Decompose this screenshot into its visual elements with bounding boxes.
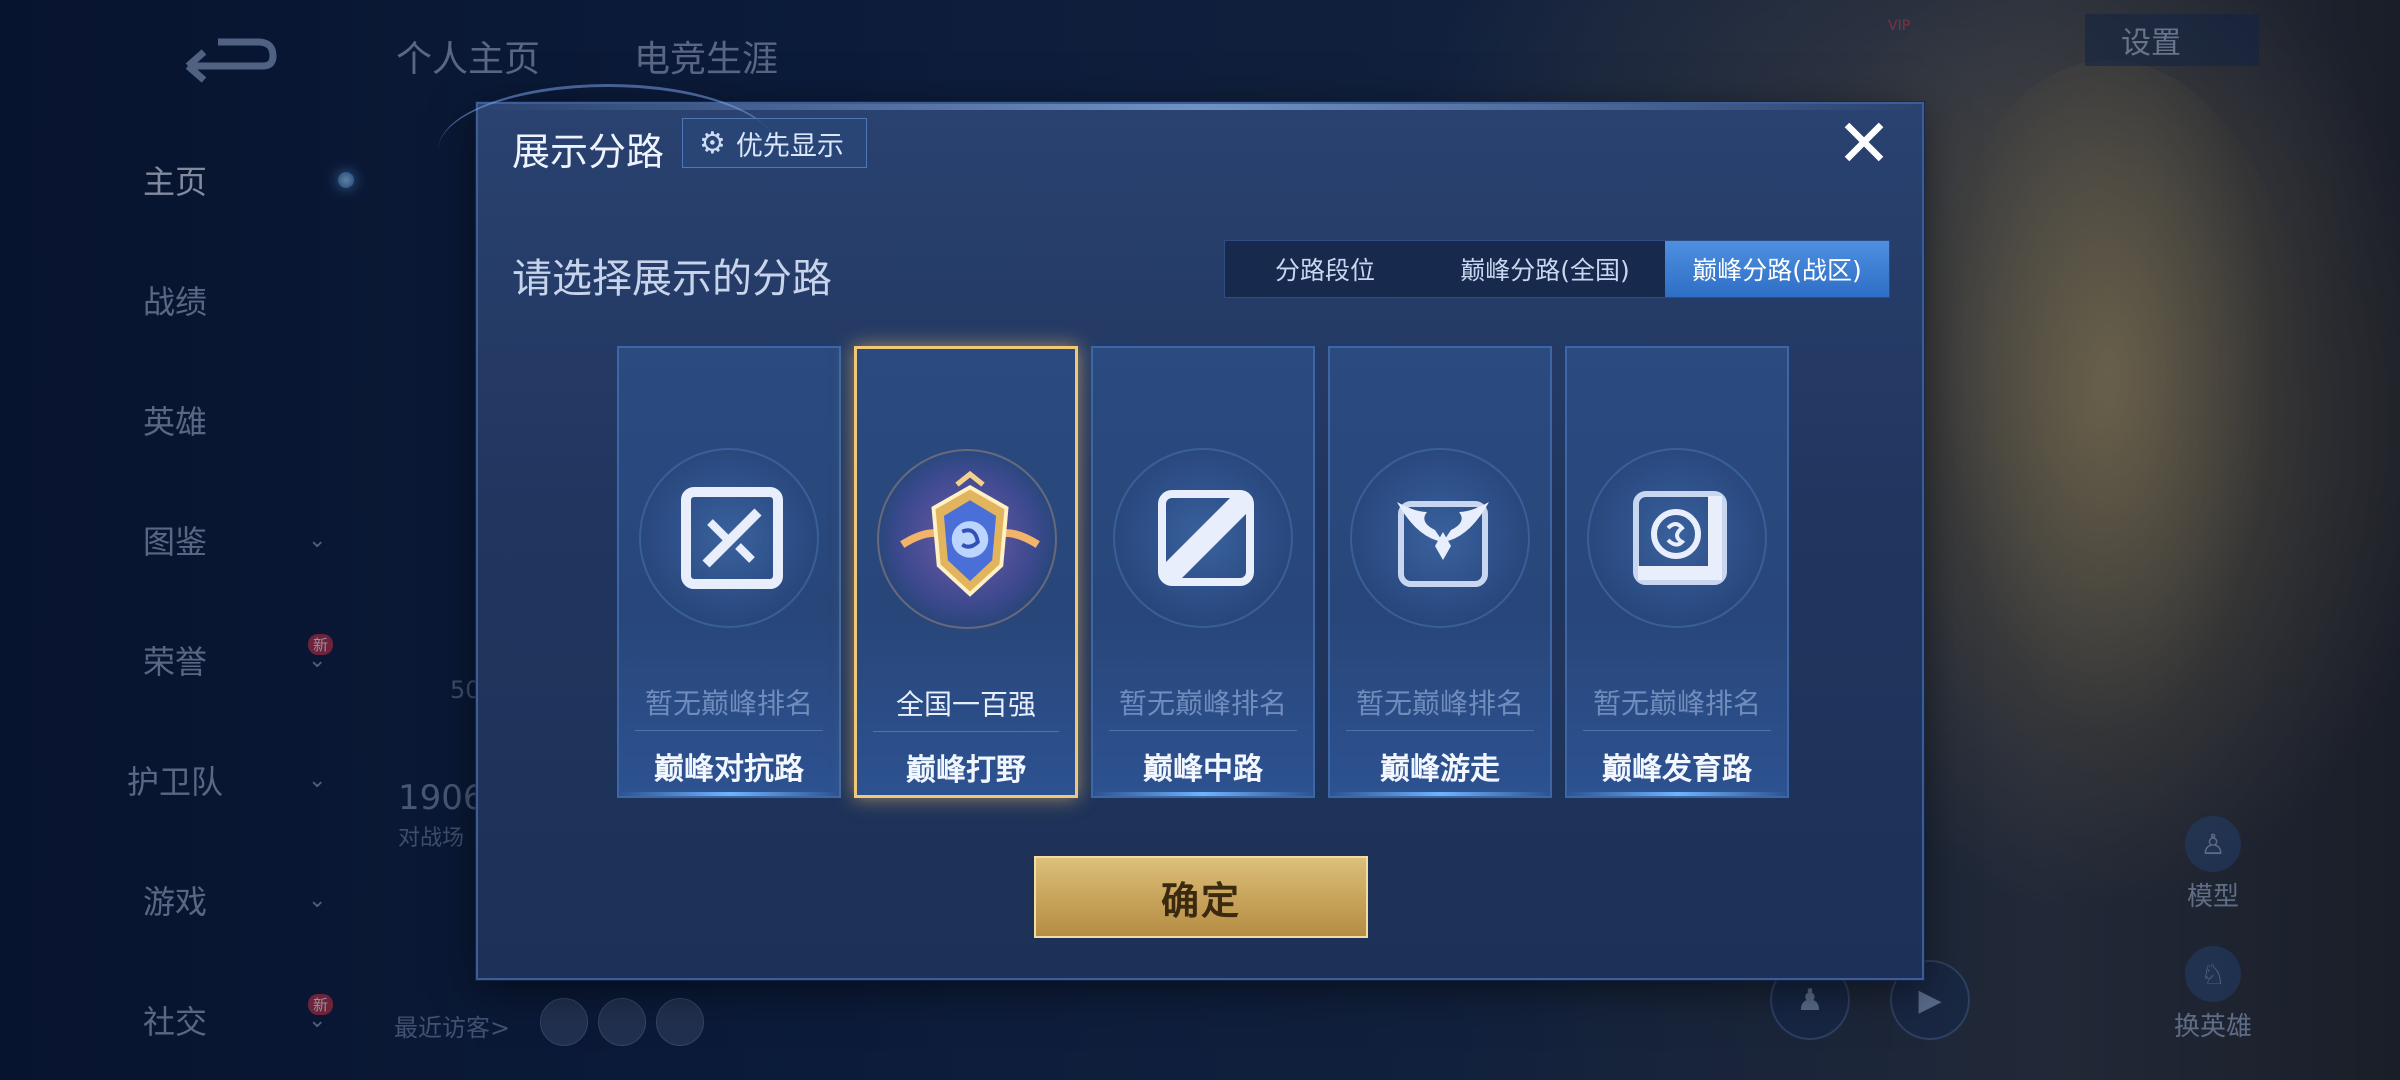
divider — [1346, 730, 1534, 731]
lane-card-top[interactable]: 暂无巅峰排名 巅峰对抗路 — [617, 346, 841, 798]
confirm-button[interactable]: 确定 — [1034, 856, 1368, 938]
card-glow-bar — [1093, 792, 1313, 796]
lane-card-jungle[interactable]: 全国一百强 巅峰打野 — [854, 346, 1078, 798]
lane-display-dialog: 展示分路 ⚙ 优先显示 ✕ 请选择展示的分路 分路段位 巅峰分路(全国) 巅峰分… — [438, 84, 1924, 980]
tab-peak-lane-national[interactable]: 巅峰分路(全国) — [1425, 241, 1665, 297]
segment-control: 分路段位 巅峰分路(全国) 巅峰分路(战区) — [1224, 240, 1890, 298]
jungle-rank-badge-icon — [900, 470, 1040, 597]
roam-wings-icon — [1397, 501, 1489, 587]
lane-card-farm[interactable]: 暂无巅峰排名 巅峰发育路 — [1565, 346, 1789, 798]
dialog-subtitle: 请选择展示的分路 — [512, 256, 832, 302]
divider — [1583, 730, 1771, 731]
divider — [635, 730, 823, 731]
card-glow-bar — [1567, 792, 1787, 796]
lane-name: 巅峰打野 — [906, 753, 1026, 788]
lane-rank-text: 暂无巅峰排名 — [644, 687, 813, 720]
lane-card-roam[interactable]: 暂无巅峰排名 巅峰游走 — [1328, 346, 1552, 798]
card-glow-bar — [619, 792, 839, 796]
lane-name: 巅峰对抗路 — [654, 752, 804, 787]
lane-name: 巅峰中路 — [1143, 752, 1263, 787]
tab-lane-rank[interactable]: 分路段位 — [1225, 241, 1425, 297]
sword-lane-icon — [681, 487, 783, 589]
close-icon[interactable]: ✕ — [1832, 111, 1896, 178]
lane-card-mid[interactable]: 暂无巅峰排名 巅峰中路 — [1091, 346, 1315, 798]
dialog-title: 展示分路 — [512, 130, 665, 174]
card-glow-bar — [1330, 792, 1550, 796]
divider — [873, 731, 1059, 732]
lane-rank-text: 暂无巅峰排名 — [1592, 687, 1761, 720]
farm-lane-icon — [1633, 491, 1727, 585]
priority-display-button[interactable]: ⚙ 优先显示 — [682, 118, 867, 168]
mid-lane-icon — [1158, 490, 1254, 586]
lane-rank-text: 暂无巅峰排名 — [1118, 687, 1287, 720]
lane-name: 巅峰发育路 — [1602, 752, 1752, 787]
divider — [1109, 730, 1297, 731]
lane-rank-text: 暂无巅峰排名 — [1355, 687, 1524, 720]
lane-name: 巅峰游走 — [1380, 752, 1500, 787]
tab-peak-lane-region[interactable]: 巅峰分路(战区) — [1665, 241, 1889, 297]
lane-rank-text: 全国一百强 — [895, 688, 1036, 721]
gear-icon: ⚙ — [699, 125, 726, 161]
